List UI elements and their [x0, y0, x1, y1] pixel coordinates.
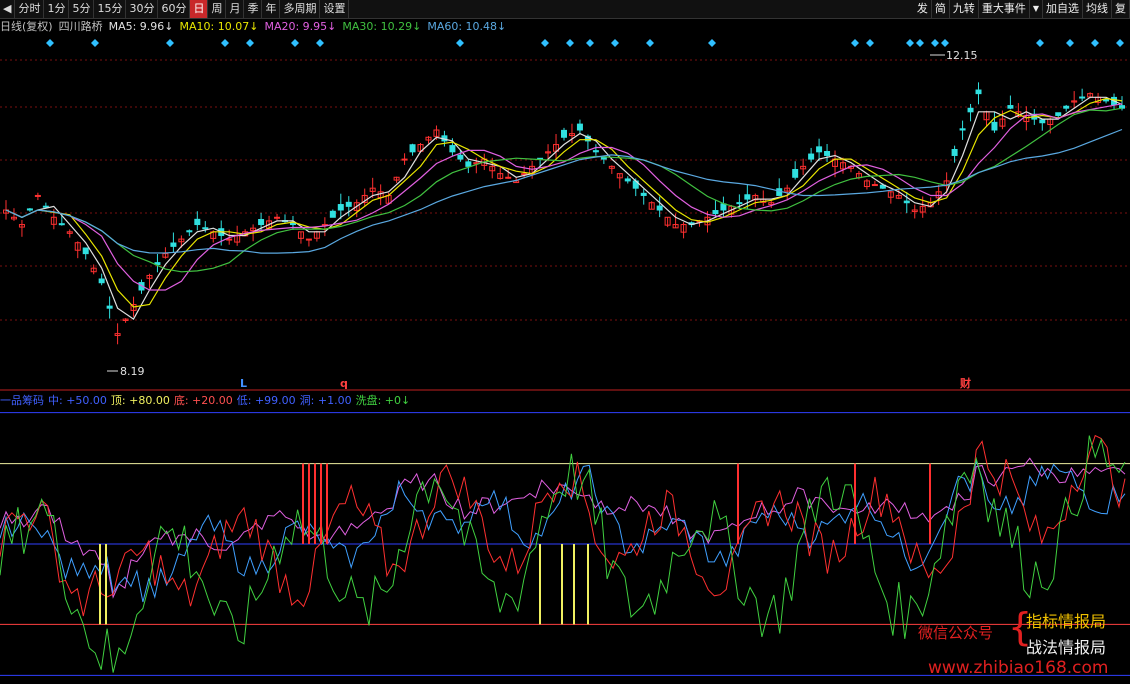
candle-body [258, 219, 265, 226]
signal-diamond-8 [541, 39, 549, 47]
signal-diamond-0 [46, 39, 54, 47]
signal-diamond-20 [1036, 39, 1044, 47]
candle-body [736, 202, 743, 205]
candle-body [34, 194, 41, 197]
candle-body [1119, 105, 1125, 109]
candle-body [58, 223, 65, 226]
signal-diamond-12 [646, 39, 654, 47]
candle-body [106, 305, 113, 309]
candle-body [975, 89, 982, 95]
candle-body [26, 208, 33, 211]
candle-body [576, 123, 583, 131]
candle-body [712, 210, 719, 215]
candle-body [409, 144, 416, 153]
candle-body [465, 161, 472, 167]
candle-body [903, 200, 910, 204]
candle-body [640, 192, 647, 196]
candle-body [1079, 96, 1086, 99]
signal-diamond-21 [1066, 39, 1074, 47]
candle-body [1007, 105, 1014, 109]
watermark-line2: 战法情报局 [1026, 638, 1107, 657]
watermark-prefix: 微信公众号 [918, 624, 994, 642]
candle-body [824, 150, 831, 156]
candle-body [561, 129, 567, 138]
signal-diamond-2 [166, 39, 174, 47]
candle-body [991, 121, 998, 131]
signal-diamond-16 [906, 39, 914, 47]
candle-body [401, 158, 408, 161]
candle-body [98, 278, 105, 284]
candle-body [170, 242, 177, 247]
candle-body [289, 222, 296, 226]
signal-diamond-18 [931, 39, 939, 47]
event-marker-1: q [340, 377, 348, 390]
candle-body [305, 238, 312, 241]
candle-body [186, 230, 193, 233]
candle-body [345, 201, 352, 207]
candle-body [816, 146, 823, 153]
candle-body [1039, 119, 1046, 124]
candle-body [592, 150, 599, 153]
candle-body [951, 149, 958, 156]
candle-body [82, 247, 89, 255]
candle-body [1055, 112, 1062, 116]
candle-body [505, 176, 512, 179]
candle-body [457, 154, 464, 160]
candle-body [1063, 105, 1070, 109]
candle-body [449, 145, 456, 153]
signal-diamond-13 [708, 39, 716, 47]
candle-body [329, 210, 336, 218]
candle-body [194, 218, 201, 226]
candle-body [792, 169, 799, 178]
candle-body [274, 216, 281, 219]
high-label: 12.15 [946, 49, 978, 62]
candle-body [959, 128, 966, 131]
event-marker-0: L [240, 377, 247, 390]
signal-diamond-19 [941, 39, 949, 47]
candle-body [720, 203, 727, 211]
watermark-site: www.zhibiao168.com [928, 658, 1109, 678]
signal-diamond-15 [866, 39, 874, 47]
candle-body [967, 107, 974, 113]
candle-body [776, 188, 783, 196]
signal-diamond-22 [1091, 39, 1099, 47]
candle-body [226, 238, 233, 241]
candle-body [808, 153, 815, 160]
signal-diamond-14 [851, 39, 859, 47]
candle-body [871, 184, 878, 187]
low-label: 8.19 [120, 365, 145, 378]
signal-diamond-10 [586, 39, 594, 47]
signal-diamond-5 [291, 39, 299, 47]
signal-diamond-7 [456, 39, 464, 47]
event-marker-2: 财 [959, 376, 971, 390]
signal-diamond-17 [916, 39, 924, 47]
signal-diamond-3 [221, 39, 229, 47]
candle-body [624, 178, 631, 182]
kline-chart[interactable]: 12.15 8.19 L q 财 [0, 0, 1130, 684]
candle-body [42, 205, 49, 208]
candle-body [1103, 98, 1110, 102]
signal-diamond-9 [566, 39, 574, 47]
candle-body [337, 204, 344, 211]
signal-diamond-23 [1116, 39, 1124, 47]
signal-diamond-11 [611, 39, 619, 47]
candle-body [744, 194, 751, 200]
watermark-line1: 指标情报局 [1026, 612, 1107, 631]
signal-diamond-6 [316, 39, 324, 47]
candle-body [202, 227, 209, 230]
candle-body [656, 205, 663, 211]
signal-diamond-4 [246, 39, 254, 47]
signal-diamond-1 [91, 39, 99, 47]
